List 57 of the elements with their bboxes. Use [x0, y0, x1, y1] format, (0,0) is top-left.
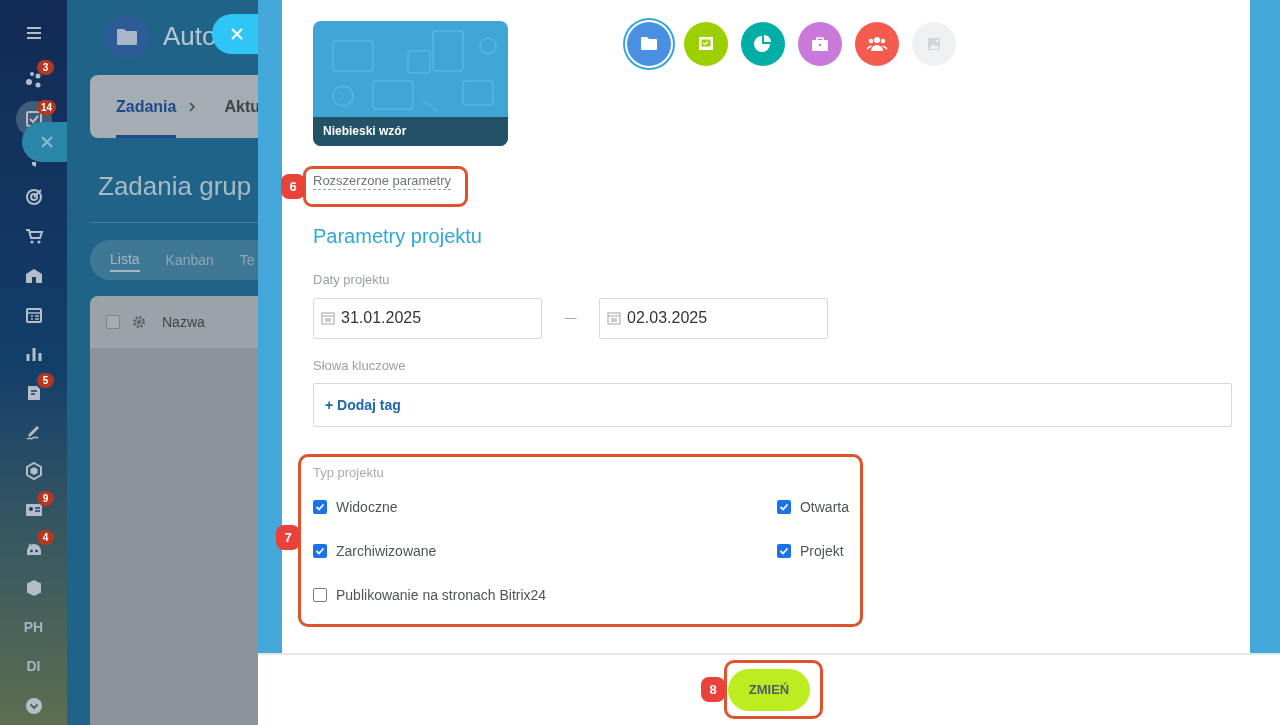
checkbox-option[interactable]: Publikowanie na stronach Bitrix24: [313, 584, 777, 606]
count-badge: 5: [37, 373, 54, 389]
checkbox-option[interactable]: Otwarta: [777, 496, 849, 518]
field-label: Typ projektu: [313, 464, 385, 482]
sidebar-item[interactable]: PH: [23, 616, 44, 638]
field-label: Słowa kluczowe: [313, 356, 407, 375]
count-badge: 9: [37, 490, 54, 506]
avatar-option[interactable]: [855, 22, 899, 66]
close-icon: [230, 27, 244, 41]
avatar-option[interactable]: [741, 22, 785, 66]
check-icon: [315, 546, 325, 556]
checkbox[interactable]: [777, 544, 791, 558]
checkbox[interactable]: [313, 500, 327, 514]
checkbox-option[interactable]: Zarchiwizowane: [313, 540, 777, 562]
checkbox[interactable]: [777, 500, 791, 514]
checkbox[interactable]: [313, 588, 327, 602]
avatar-option[interactable]: [627, 22, 671, 66]
chevron-right-icon: [188, 101, 197, 112]
checkbox[interactable]: [106, 315, 120, 329]
submit-button[interactable]: ZMIEŃ: [728, 669, 810, 711]
count-badge: 4: [37, 529, 54, 545]
folder-icon: [104, 14, 150, 60]
field-label: Daty projektu: [313, 271, 391, 289]
close-button[interactable]: [22, 122, 67, 162]
section-title: Parametry projektu: [313, 224, 483, 249]
column-header[interactable]: Nazwa: [162, 311, 205, 333]
page-heading: Zadania grup: [98, 170, 252, 203]
step-number: 6: [281, 174, 305, 199]
avatar-option[interactable]: [798, 22, 842, 66]
tag-field[interactable]: + Dodaj tag: [313, 383, 1232, 427]
close-button[interactable]: [212, 14, 258, 54]
checkbox-option[interactable]: Projekt: [777, 540, 849, 562]
count-badge: 14: [37, 99, 57, 115]
hexagon-icon[interactable]: [23, 460, 44, 481]
date-field[interactable]: 31.01.2025: [313, 297, 542, 339]
date-field[interactable]: 02.03.2025: [599, 297, 828, 339]
advanced-parameters-link[interactable]: Rozszerzone parametry: [313, 173, 451, 190]
check-icon: [315, 502, 325, 512]
step-number: 7: [276, 525, 300, 550]
date-separator: —: [563, 310, 578, 327]
chevron-down-icon[interactable]: [23, 695, 44, 716]
cover-caption: Niebieski wzór: [313, 117, 508, 146]
tasks-icon[interactable]: [23, 109, 44, 130]
check-icon: [779, 546, 789, 556]
target-icon[interactable]: [23, 187, 44, 208]
close-icon: [39, 135, 54, 149]
check-icon: [779, 502, 789, 512]
settings-icon[interactable]: [132, 315, 146, 329]
cover-card[interactable]: Niebieski wzór: [313, 21, 508, 146]
add-tag-button[interactable]: + Dodaj tag: [325, 394, 401, 416]
checkbox[interactable]: [313, 544, 327, 558]
calendar-icon: [607, 311, 621, 325]
step-number: 8: [701, 677, 725, 702]
count-badge: 3: [37, 60, 54, 76]
checkbox-option[interactable]: Widoczne: [313, 496, 777, 518]
tab[interactable]: Zadania: [116, 75, 177, 138]
calendar-icon: [321, 311, 335, 325]
